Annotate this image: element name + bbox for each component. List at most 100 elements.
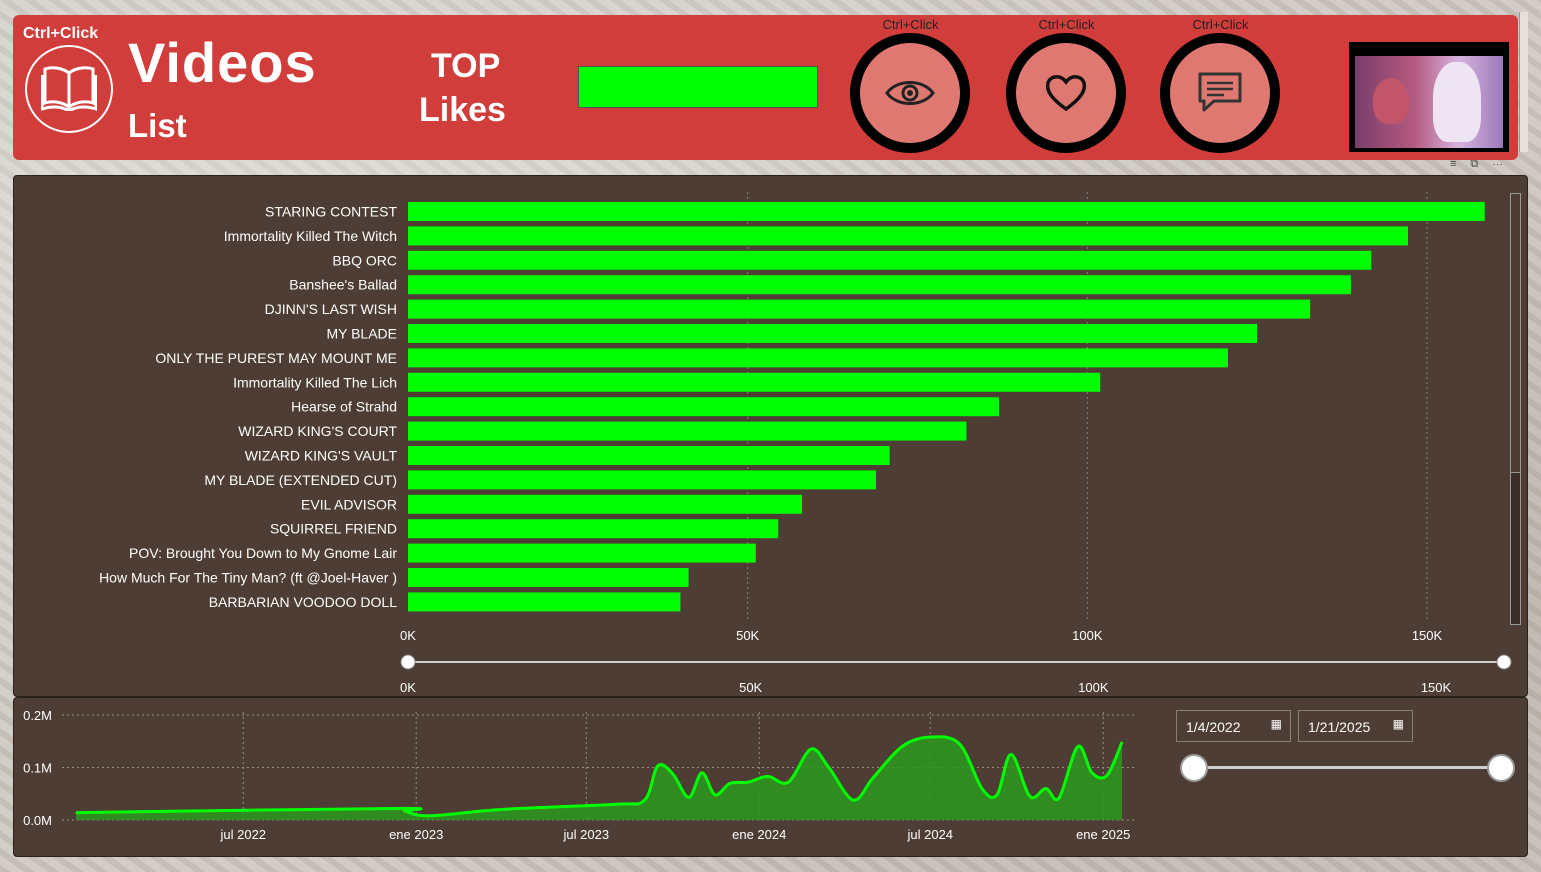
- bar: [408, 543, 756, 563]
- x-tick-label: ene 2024: [732, 827, 786, 842]
- x-tick-label: 0K: [400, 628, 416, 643]
- calendar-icon[interactable]: ▦: [1271, 717, 1282, 731]
- bar: [408, 299, 1311, 319]
- data-point: [1010, 753, 1012, 756]
- data-point: [852, 799, 855, 801]
- bar: [408, 470, 877, 490]
- bar: [408, 202, 1485, 221]
- start-date-value: 1/4/2022: [1186, 719, 1241, 735]
- range-slider-tick-label: 0K: [400, 680, 416, 695]
- bar-label: MY BLADE: [326, 326, 397, 342]
- data-point: [394, 807, 397, 810]
- x-tick-label: jul 2022: [220, 827, 267, 842]
- bar-label: Banshee's Ballad: [289, 277, 397, 293]
- bar: [408, 372, 1101, 392]
- bar: [408, 397, 1000, 417]
- range-slider-tick-label: 150K: [1421, 680, 1452, 695]
- x-tick-label: ene 2025: [1076, 827, 1130, 842]
- bar-label: Immortality Killed The Lich: [233, 374, 397, 390]
- y-tick-label: 0.1M: [23, 761, 52, 776]
- data-point: [404, 810, 406, 812]
- x-tick-label: 150K: [1412, 628, 1443, 643]
- bar-label: EVIL ADVISOR: [301, 496, 397, 512]
- bar-label: SQUIRREL FRIEND: [270, 521, 397, 537]
- bar-label: STARING CONTEST: [265, 204, 397, 220]
- bar-label: DJINN'S LAST WISH: [265, 301, 397, 317]
- data-point: [929, 736, 932, 738]
- data-point: [701, 771, 703, 774]
- x-tick-label: jul 2023: [563, 827, 610, 842]
- bar: [408, 226, 1408, 246]
- data-point: [1029, 795, 1031, 798]
- y-tick-label: 0.2M: [23, 708, 52, 723]
- x-tick-label: 100K: [1072, 628, 1103, 643]
- bar-label: MY BLADE (EXTENDED CUT): [204, 472, 397, 488]
- bar: [408, 494, 803, 514]
- data-point: [671, 773, 674, 775]
- bar: [408, 421, 967, 441]
- area-fill: [76, 736, 1122, 820]
- data-point: [1058, 797, 1060, 799]
- bar-label: How Much For The Tiny Man? (ft @Joel-Hav…: [99, 570, 397, 586]
- bar-label: ONLY THE PUREST MAY MOUNT ME: [155, 350, 397, 366]
- bar: [408, 275, 1351, 295]
- data-point: [810, 748, 812, 750]
- end-date-input[interactable]: 1/21/2025 ▦: [1298, 710, 1413, 742]
- data-point: [1106, 774, 1108, 777]
- bar-label: POV: Brought You Down to My Gnome Lair: [129, 545, 397, 561]
- date-slider-end-handle[interactable]: [1487, 754, 1515, 782]
- calendar-icon[interactable]: ▦: [1393, 717, 1404, 731]
- data-point: [656, 765, 659, 767]
- data-point: [75, 811, 77, 814]
- bar: [408, 348, 1228, 368]
- bar-label: BARBARIAN VOODOO DOLL: [209, 594, 397, 610]
- bar: [408, 446, 890, 465]
- range-slider-tick-label: 100K: [1078, 680, 1109, 695]
- data-point: [1091, 771, 1093, 774]
- data-point: [981, 787, 983, 790]
- end-date-value: 1/21/2025: [1308, 719, 1371, 735]
- x-tick-label: ene 2023: [389, 827, 443, 842]
- date-slider-start-handle[interactable]: [1180, 754, 1208, 782]
- bar: [408, 250, 1372, 270]
- data-point: [614, 803, 617, 806]
- likes-timeline-chart: 0.0M 0.1M 0.2M jul 2022 ene 2023 jul 2023 ene …: [23, 708, 1135, 842]
- data-point: [687, 796, 690, 799]
- range-slider-tick-label: 50K: [739, 680, 762, 695]
- data-point: [996, 794, 998, 796]
- data-point: [787, 781, 790, 783]
- data-point: [958, 743, 961, 745]
- bar-label: WIZARD KING'S COURT: [238, 423, 397, 439]
- range-slider-end-handle: [1496, 654, 1512, 670]
- bar-label: Immortality Killed The Witch: [224, 228, 397, 244]
- bar: [408, 568, 689, 587]
- data-point: [643, 799, 646, 801]
- bar-label: WIZARD KING'S VAULT: [245, 448, 398, 464]
- bar-label: BBQ ORC: [332, 252, 397, 268]
- data-point: [827, 766, 830, 769]
- bar-label: Hearse of Strahd: [291, 399, 397, 415]
- data-point: [1077, 745, 1079, 748]
- data-point: [1045, 787, 1047, 790]
- date-range-slider-track[interactable]: [1193, 766, 1501, 769]
- data-point: [428, 815, 431, 817]
- range-slider-start-handle: [400, 654, 416, 670]
- x-tick-label: jul 2024: [907, 827, 954, 842]
- data-point: [872, 777, 874, 779]
- bar-chart-scrollbar[interactable]: [1510, 193, 1521, 625]
- x-tick-label: 50K: [736, 628, 759, 643]
- data-point: [1121, 741, 1123, 744]
- data-point: [729, 782, 731, 785]
- data-point: [747, 781, 749, 783]
- scrollbar-thumb[interactable]: [1511, 194, 1520, 473]
- bar: [408, 324, 1258, 343]
- start-date-input[interactable]: 1/4/2022 ▦: [1176, 710, 1291, 742]
- data-point: [766, 775, 769, 778]
- data-point: [714, 794, 716, 796]
- y-tick-label: 0.0M: [23, 813, 52, 828]
- likes-bar-chart: STARING CONTEST Immortality Killed The Wi…: [99, 192, 1512, 695]
- data-point: [499, 808, 502, 811]
- bar: [408, 519, 779, 539]
- bar: [408, 592, 681, 612]
- data-point: [901, 745, 903, 748]
